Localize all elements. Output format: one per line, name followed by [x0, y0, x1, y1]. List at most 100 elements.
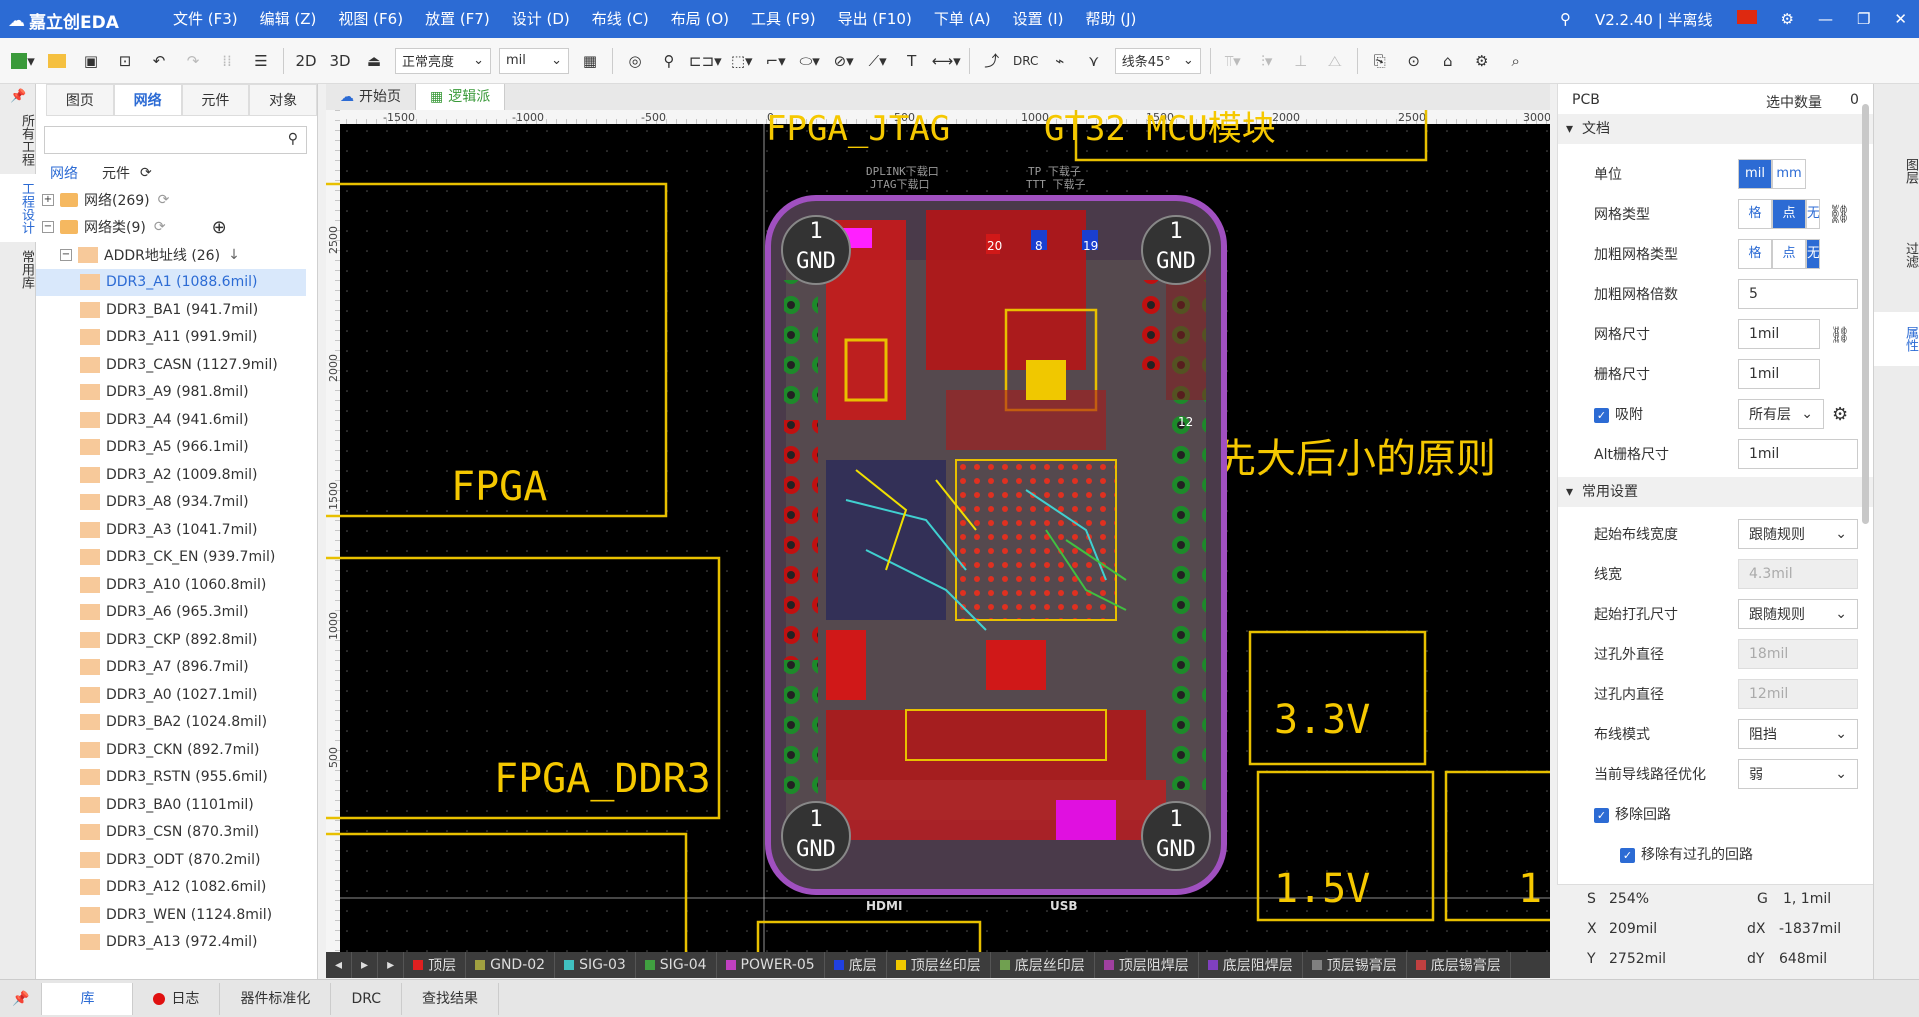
gear-icon[interactable]: ⚙ [1832, 404, 1848, 425]
camera-icon[interactable]: ⊙ [1400, 46, 1428, 76]
net-list-item[interactable]: DDR3_CKP (892.8mil) [36, 626, 306, 654]
tree-node-addr-group[interactable]: − ADDR地址线 (26) ↓ [36, 241, 306, 269]
path-opt-select[interactable]: 弱 ⌄ [1738, 759, 1858, 789]
pcb-canvas[interactable]: -1500 -1000 -500 0 500 1000 1500 2000 25… [326, 110, 1550, 952]
menu-help[interactable]: 帮助 (J) [1074, 0, 1147, 38]
layer-item[interactable]: 顶层丝印层 [887, 952, 991, 978]
align-top-icon[interactable]: ⫪▾ [1219, 46, 1247, 76]
subtab-components[interactable]: 元件 [102, 163, 130, 183]
net-list-item[interactable]: DDR3_RSTN (955.6mil) [36, 764, 306, 792]
save-icon[interactable]: ▣ [77, 46, 105, 76]
net-list-item[interactable]: DDR3_A8 (934.7mil) [36, 489, 306, 517]
net-list-item[interactable]: DDR3_BA1 (941.7mil) [36, 296, 306, 324]
section-common-settings[interactable]: ▾ 常用设置 [1558, 477, 1874, 507]
tab-layers[interactable]: 图层 [1874, 144, 1919, 198]
grid-type-none[interactable]: 无 [1806, 199, 1820, 229]
tab-log[interactable]: 日志 [133, 982, 221, 1015]
section-document[interactable]: ▾ 文档 [1558, 114, 1874, 144]
net-list-item[interactable]: DDR3_WEN (1124.8mil) [36, 901, 306, 929]
refresh-icon[interactable]: ⟳ [158, 192, 170, 208]
restore-icon[interactable]: ❐ [1845, 10, 1882, 28]
dimension-icon[interactable]: ⟷▾ [932, 46, 961, 76]
unit-select[interactable]: mil ⌄ [499, 47, 569, 74]
refresh-icon[interactable]: ⟳ [140, 165, 152, 181]
layer-nav-next[interactable]: ▸ [352, 952, 379, 978]
menu-place[interactable]: 放置 (F7) [414, 0, 501, 38]
drc-button[interactable]: DRC [1012, 46, 1040, 76]
brightness-select[interactable]: 正常亮度 ⌄ [395, 47, 491, 74]
alt-size-input[interactable]: 1mil [1738, 439, 1858, 469]
pin-icon[interactable]: 📌 [0, 982, 43, 1015]
collapse-icon[interactable]: − [60, 248, 72, 261]
checklist-icon[interactable]: ☰ [247, 46, 275, 76]
select-rect-icon[interactable]: ⬚▾ [728, 46, 756, 76]
tab-find-results[interactable]: 查找结果 [402, 982, 500, 1015]
layer-item[interactable]: 顶层 [404, 952, 467, 978]
net-list-item[interactable]: DDR3_BA0 (1101mil) [36, 791, 306, 819]
tab-pcb-document[interactable]: ▦ 逻辑派 [416, 84, 506, 110]
net-list-item[interactable]: DDR3_A0 (1027.1mil) [36, 681, 306, 709]
net-list-item[interactable]: DDR3_ODT (870.2mil) [36, 846, 306, 874]
tab-properties[interactable]: 属性 [1874, 312, 1919, 366]
tab-project-design[interactable]: 工程设计 [0, 174, 36, 242]
expand-icon[interactable]: + [42, 193, 54, 206]
library-icon[interactable]: ⌂ [1434, 46, 1462, 76]
tab-common-library[interactable]: 常用库 [0, 242, 36, 297]
route-icon[interactable]: ⤴ [978, 46, 1006, 76]
net-list-item[interactable]: DDR3_CASN (1127.9mil) [36, 351, 306, 379]
net-list-item[interactable]: DDR3_CSN (870.3mil) [36, 819, 306, 847]
menu-order[interactable]: 下单 (A) [923, 0, 1002, 38]
net-list-item[interactable]: DDR3_CK_EN (939.7mil) [36, 544, 306, 572]
search-icon[interactable]: ⚲ [288, 131, 298, 147]
menu-settings[interactable]: 设置 (I) [1002, 0, 1075, 38]
tab-nets[interactable]: 网络 [113, 84, 182, 115]
grid-icon[interactable]: ▦ [576, 46, 604, 76]
menu-layout[interactable]: 布局 (O) [660, 0, 740, 38]
layer-nav-prev[interactable]: ◂ [326, 952, 353, 978]
tab-objects[interactable]: 对象 [249, 84, 317, 115]
track-icon[interactable]: ⌁ [1046, 46, 1074, 76]
unit-mm-button[interactable]: mm [1772, 159, 1806, 189]
menu-route[interactable]: 布线 (C) [581, 0, 660, 38]
net-list-item[interactable]: DDR3_A12 (1082.6mil) [36, 874, 306, 902]
layer-item[interactable]: POWER-05 [717, 952, 825, 978]
menu-design[interactable]: 设计 (D) [501, 0, 581, 38]
subtab-nets[interactable]: 网络 [50, 163, 78, 183]
close-icon[interactable]: ✕ [1882, 10, 1919, 28]
view-3d-button[interactable]: 3D [326, 46, 354, 76]
tab-library[interactable]: 库 [42, 982, 134, 1015]
remove-loop-checkbox[interactable]: ✓ 移除回路 [1594, 804, 1671, 824]
via-size-select[interactable]: 跟随规则 ⌄ [1738, 599, 1858, 629]
snap-layer-select[interactable]: 所有层 ⌄ [1738, 399, 1824, 429]
flag-icon[interactable] [1725, 10, 1769, 28]
net-list-item[interactable]: DDR3_A7 (896.7mil) [36, 654, 306, 682]
net-list-item[interactable]: DDR3_A4 (941.6mil) [36, 406, 306, 434]
add-icon[interactable]: ⊕ [212, 217, 227, 238]
tab-standardize[interactable]: 器件标准化 [220, 982, 332, 1015]
layer-item[interactable]: SIG-04 [636, 952, 717, 978]
minimize-icon[interactable]: — [1806, 10, 1845, 28]
bold-grid-lines[interactable]: 格 [1738, 239, 1772, 269]
redo-icon[interactable]: ↷ [179, 46, 207, 76]
menu-tools[interactable]: 工具 (F9) [740, 0, 827, 38]
net-search-input[interactable]: ⚲ [44, 126, 307, 154]
find-icon[interactable]: ⌕ [1502, 46, 1530, 76]
view-2d-button[interactable]: 2D [292, 46, 320, 76]
layer-nav-menu[interactable]: ▸ [378, 952, 405, 978]
layer-item[interactable]: SIG-03 [555, 952, 636, 978]
text-icon[interactable]: T [898, 46, 926, 76]
bold-grid-none[interactable]: 无 [1806, 239, 1820, 269]
brightness-icon[interactable]: ⏏ [360, 46, 388, 76]
line-icon[interactable]: ⟋▾ [864, 46, 892, 76]
layer-item[interactable]: 底层 [825, 952, 887, 978]
version-label[interactable]: V2.2.40 | 半离线 [1583, 9, 1725, 30]
component-icon[interactable]: ⊏⊐▾ [689, 46, 722, 76]
tab-all-projects[interactable]: 所有工程 [0, 106, 36, 174]
net-list-item[interactable]: DDR3_A2 (1009.8mil) [36, 461, 306, 489]
menu-export[interactable]: 导出 (F10) [827, 0, 923, 38]
net-list-item[interactable]: DDR3_BA2 (1024.8mil) [36, 709, 306, 737]
tab-filter[interactable]: 过滤 [1874, 228, 1919, 282]
undo-icon[interactable]: ↶ [145, 46, 173, 76]
bold-mult-input[interactable]: 5 [1738, 279, 1858, 309]
bold-grid-dots[interactable]: 点 [1772, 239, 1806, 269]
